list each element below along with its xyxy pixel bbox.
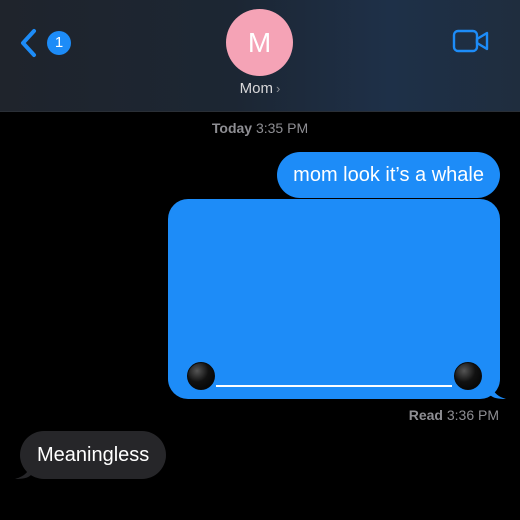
video-camera-icon bbox=[452, 29, 489, 53]
bubble-tail-icon bbox=[15, 463, 31, 479]
outgoing-message-bubble[interactable]: mom look it’s a whale bbox=[277, 152, 500, 198]
contact-name: Mom bbox=[239, 80, 273, 97]
read-time: 3:36 PM bbox=[446, 407, 499, 423]
facetime-video-button[interactable] bbox=[452, 28, 492, 56]
timestamp-day: Today bbox=[211, 120, 253, 136]
scrubber-handle-left[interactable] bbox=[187, 362, 215, 390]
message-timestamp: Today 3:35 PM bbox=[0, 120, 520, 136]
timestamp-time: 3:35 PM bbox=[255, 120, 309, 136]
conversation-header: 1 M Mom › bbox=[0, 0, 520, 112]
contact-avatar[interactable]: M bbox=[226, 9, 293, 76]
read-label: Read bbox=[408, 407, 443, 423]
messages-screen: 1 M Mom › Today 3:35 PM mom look it’s a w… bbox=[0, 0, 520, 520]
scrubber-line bbox=[216, 385, 452, 387]
bubble-tail-icon bbox=[490, 381, 506, 399]
chevron-left-icon bbox=[21, 29, 36, 57]
outgoing-media-bubble[interactable] bbox=[168, 199, 506, 399]
read-receipt: Read 3:36 PM bbox=[409, 407, 499, 423]
chevron-right-icon: › bbox=[276, 81, 281, 96]
scrubber-handle-right[interactable] bbox=[454, 362, 482, 390]
message-text: mom look it’s a whale bbox=[293, 164, 484, 186]
message-text: Meaningless bbox=[37, 444, 150, 466]
incoming-message-bubble[interactable]: Meaningless bbox=[15, 431, 167, 479]
contact-name-row[interactable]: Mom › bbox=[0, 80, 520, 97]
unread-count-badge: 1 bbox=[47, 31, 71, 55]
back-button[interactable]: 1 bbox=[14, 26, 71, 60]
